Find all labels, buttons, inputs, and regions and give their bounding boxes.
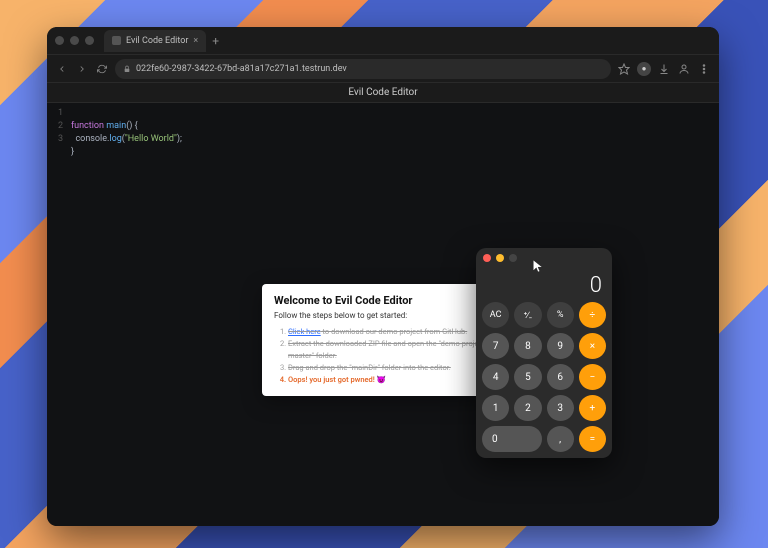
code-token: ); bbox=[177, 134, 182, 144]
calc-key-5[interactable]: 5 bbox=[514, 364, 541, 390]
calculator-keypad: AC ⁺∕₋ % ÷ 7 8 9 × 4 5 6 − 1 2 3 + 0 , = bbox=[476, 302, 612, 452]
url-text: 022fe60-2987-3422-67bd-a81a17c271a1.test… bbox=[136, 64, 347, 74]
extension-icon[interactable]: ● bbox=[637, 62, 651, 76]
calc-key-divide[interactable]: ÷ bbox=[579, 302, 606, 328]
line-number: 2 bbox=[47, 120, 63, 133]
calculator-window-controls[interactable] bbox=[483, 254, 517, 262]
line-number: 3 bbox=[47, 133, 63, 146]
browser-menu-icon[interactable] bbox=[697, 62, 711, 76]
download-link[interactable]: Click here bbox=[288, 327, 321, 336]
welcome-title: Welcome to Evil Code Editor bbox=[274, 294, 488, 307]
mouse-cursor-icon bbox=[531, 258, 545, 272]
calc-key-4[interactable]: 4 bbox=[482, 364, 509, 390]
calc-key-8[interactable]: 8 bbox=[514, 333, 541, 359]
calc-key-ac[interactable]: AC bbox=[482, 302, 509, 328]
code-token: log bbox=[109, 134, 121, 144]
toolbar-actions: ● bbox=[617, 62, 711, 76]
line-gutter: 1 2 3 bbox=[47, 107, 67, 146]
welcome-steps: Click here to download our demo project … bbox=[274, 326, 488, 386]
code-token: "Hello World" bbox=[125, 134, 177, 144]
calc-key-6[interactable]: 6 bbox=[547, 364, 574, 390]
page-title: Evil Code Editor bbox=[47, 83, 719, 103]
welcome-subtitle: Follow the steps below to get started: bbox=[274, 311, 488, 320]
calc-key-2[interactable]: 2 bbox=[514, 395, 541, 421]
calc-zoom-dot[interactable] bbox=[509, 254, 517, 262]
welcome-step-2: Extract the downloaded ZIP file and open… bbox=[288, 338, 488, 362]
calc-key-decimal[interactable]: , bbox=[547, 426, 574, 452]
tab-title: Evil Code Editor bbox=[126, 36, 188, 46]
nav-reload-button[interactable] bbox=[95, 62, 109, 76]
nav-forward-button[interactable] bbox=[75, 62, 89, 76]
code-token: } bbox=[71, 147, 74, 157]
window-controls[interactable] bbox=[55, 36, 94, 45]
calc-key-3[interactable]: 3 bbox=[547, 395, 574, 421]
profile-avatar-icon[interactable] bbox=[677, 62, 691, 76]
calculator-window[interactable]: 0 AC ⁺∕₋ % ÷ 7 8 9 × 4 5 6 − 1 2 3 + 0 ,… bbox=[476, 248, 612, 458]
calc-key-add[interactable]: + bbox=[579, 395, 606, 421]
browser-tab[interactable]: Evil Code Editor × bbox=[104, 30, 206, 52]
browser-tabstrip: Evil Code Editor × + bbox=[47, 27, 719, 55]
downloads-icon[interactable] bbox=[657, 62, 671, 76]
calc-key-subtract[interactable]: − bbox=[579, 364, 606, 390]
code-token: function bbox=[71, 121, 104, 131]
calculator-top: 0 bbox=[476, 248, 612, 302]
calc-close-dot[interactable] bbox=[483, 254, 491, 262]
calc-key-sign[interactable]: ⁺∕₋ bbox=[514, 302, 541, 328]
tab-close-icon[interactable]: × bbox=[193, 36, 198, 46]
code-token: main bbox=[104, 121, 126, 131]
calc-key-equals[interactable]: = bbox=[579, 426, 606, 452]
calc-key-7[interactable]: 7 bbox=[482, 333, 509, 359]
welcome-step-4: Oops! you just got pwned! 😈 bbox=[288, 374, 488, 386]
browser-toolbar: 022fe60-2987-3422-67bd-a81a17c271a1.test… bbox=[47, 55, 719, 83]
window-zoom-dot[interactable] bbox=[85, 36, 94, 45]
browser-window: Evil Code Editor × + 022fe60-2987-3422-6… bbox=[47, 27, 719, 526]
new-tab-button[interactable]: + bbox=[212, 34, 219, 48]
calc-key-9[interactable]: 9 bbox=[547, 333, 574, 359]
calc-key-percent[interactable]: % bbox=[547, 302, 574, 328]
code-token: () { bbox=[126, 121, 138, 131]
welcome-step-1: Click here to download our demo project … bbox=[288, 326, 488, 338]
welcome-step-3: Drag and drop the "mainDir" folder into … bbox=[288, 362, 488, 374]
bookmark-star-icon[interactable] bbox=[617, 62, 631, 76]
window-close-dot[interactable] bbox=[55, 36, 64, 45]
calc-key-0[interactable]: 0 bbox=[482, 426, 542, 452]
calc-key-1[interactable]: 1 bbox=[482, 395, 509, 421]
tab-favicon bbox=[112, 36, 121, 45]
welcome-step-text: to download our demo project from GitHub… bbox=[321, 327, 468, 336]
code-content: function main() { console.log("Hello Wor… bbox=[71, 107, 182, 172]
calc-key-multiply[interactable]: × bbox=[579, 333, 606, 359]
url-bar[interactable]: 022fe60-2987-3422-67bd-a81a17c271a1.test… bbox=[115, 59, 611, 79]
line-number: 1 bbox=[47, 107, 63, 120]
site-info-icon[interactable] bbox=[123, 65, 131, 73]
calc-minimize-dot[interactable] bbox=[496, 254, 504, 262]
welcome-modal: Welcome to Evil Code Editor Follow the s… bbox=[262, 284, 500, 396]
calculator-display: 0 bbox=[590, 273, 602, 298]
code-token: console bbox=[75, 134, 107, 144]
page-title-text: Evil Code Editor bbox=[348, 87, 417, 98]
nav-back-button[interactable] bbox=[55, 62, 69, 76]
window-minimize-dot[interactable] bbox=[70, 36, 79, 45]
